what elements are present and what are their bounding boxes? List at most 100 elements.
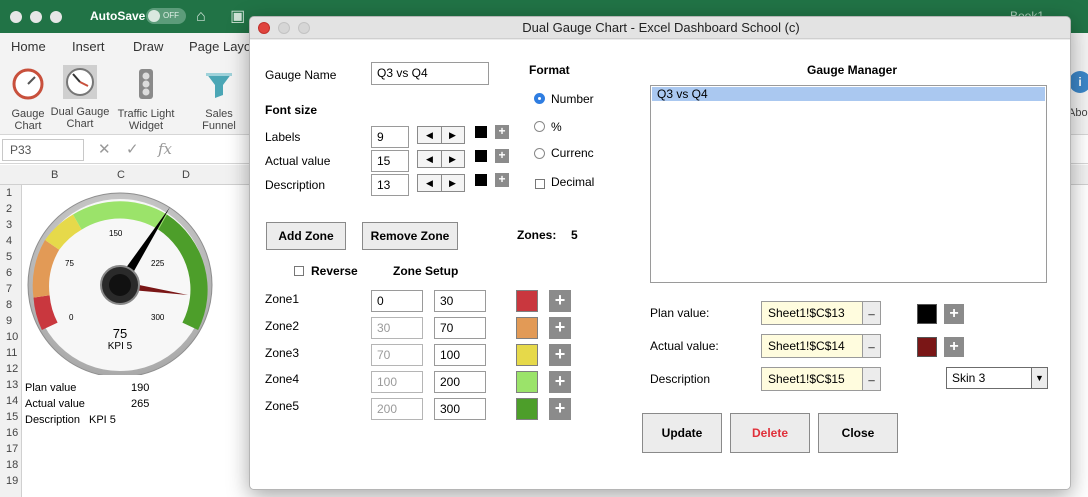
gauge-manager-list[interactable]: Q3 vs Q4 [650,85,1047,283]
row-header[interactable]: 1 [0,185,21,201]
zone-color-add-icon[interactable]: + [549,290,571,312]
format-percent-radio[interactable] [534,121,545,132]
zone-to-input[interactable]: 300 [434,398,486,420]
zone-to-input[interactable]: 200 [434,371,486,393]
info-icon[interactable]: i [1069,71,1088,93]
zone-color-add-icon[interactable]: + [549,344,571,366]
window-minimize-button[interactable] [30,11,42,23]
row-header[interactable]: 19 [0,473,21,489]
spin-left-icon[interactable]: ◀ [426,154,433,165]
font-description-color-add-icon[interactable]: + [495,173,509,187]
zone-color-add-icon[interactable]: + [549,317,571,339]
description-ref-select-button[interactable]: _ [862,368,880,390]
row-header[interactable]: 4 [0,233,21,249]
window-close-button[interactable] [10,11,22,23]
zone-to-input[interactable]: 100 [434,344,486,366]
zone-color-swatch[interactable] [516,371,538,393]
remove-zone-button[interactable]: Remove Zone [362,222,458,250]
zone-color-swatch[interactable] [516,344,538,366]
cell-description-label[interactable]: Description [25,414,80,426]
add-zone-button[interactable]: Add Zone [266,222,346,250]
row-header[interactable]: 3 [0,217,21,233]
cell-actual-label[interactable]: Actual value [25,398,85,410]
quick-access-icons[interactable]: ⌂ ▣ [196,6,255,26]
plan-color-add-icon[interactable]: + [944,304,964,324]
row-header[interactable]: 18 [0,457,21,473]
zone-color-add-icon[interactable]: + [549,398,571,420]
column-header[interactable]: D [182,169,190,181]
sales-funnel-button[interactable]: Sales Funnel [190,67,248,132]
dual-gauge-chart-button[interactable]: Dual Gauge Chart [50,65,110,130]
row-header[interactable]: 6 [0,265,21,281]
autosave-toggle[interactable]: OFF [146,8,186,24]
row-header[interactable]: 14 [0,393,21,409]
traffic-light-button[interactable]: Traffic Light Widget [116,67,176,132]
cell-plan-value[interactable]: 190 [131,382,149,394]
cancel-icon[interactable]: ✕ [98,140,111,158]
chevron-down-icon[interactable]: ▼ [1031,368,1047,388]
column-header[interactable]: B [51,169,58,181]
zone-from-input[interactable]: 0 [371,290,423,312]
row-header[interactable]: 7 [0,281,21,297]
description-ref-input[interactable]: Sheet1!$C$15 _ [761,367,881,391]
font-actual-color-swatch[interactable] [475,150,487,162]
row-header[interactable]: 13 [0,377,21,393]
row-header[interactable]: 16 [0,425,21,441]
tab-draw[interactable]: Draw [133,39,163,54]
zone-from-input[interactable]: 200 [371,398,423,420]
name-box[interactable]: P33 [2,139,84,161]
spin-left-icon[interactable]: ◀ [426,178,433,189]
spin-left-icon[interactable]: ◀ [426,130,433,141]
zone-to-input[interactable]: 70 [434,317,486,339]
gauge-list-item[interactable]: Q3 vs Q4 [652,87,1045,101]
window-zoom-button[interactable] [50,11,62,23]
cell-plan-label[interactable]: Plan value [25,382,76,394]
tab-insert[interactable]: Insert [72,39,105,54]
zone-color-swatch[interactable] [516,398,538,420]
font-actual-spinner[interactable]: ◀ ▶ [417,150,465,168]
gauge-name-input[interactable]: Q3 vs Q4 [371,62,489,85]
font-labels-spinner[interactable]: ◀ ▶ [417,126,465,144]
font-description-spinner[interactable]: ◀ ▶ [417,174,465,192]
font-actual-input[interactable]: 15 [371,150,409,172]
format-currency-radio[interactable] [534,148,545,159]
font-labels-color-add-icon[interactable]: + [495,125,509,139]
row-header[interactable]: 12 [0,361,21,377]
actual-color-add-icon[interactable]: + [944,337,964,357]
skin-select[interactable]: Skin 3 ▼ [946,367,1048,389]
font-labels-color-swatch[interactable] [475,126,487,138]
actual-color-swatch[interactable] [917,337,937,357]
plan-ref-select-button[interactable]: _ [862,302,880,324]
reverse-checkbox[interactable] [294,266,304,276]
row-header[interactable]: 10 [0,329,21,345]
cell-actual-value[interactable]: 265 [131,398,149,410]
decimal-checkbox[interactable] [535,179,545,189]
row-header[interactable]: 2 [0,201,21,217]
row-header[interactable]: 15 [0,409,21,425]
font-labels-input[interactable]: 9 [371,126,409,148]
dialog-close-button[interactable] [258,22,270,34]
row-header[interactable]: 17 [0,441,21,457]
update-button[interactable]: Update [642,413,722,453]
actual-ref-select-button[interactable]: _ [862,335,880,357]
row-header[interactable]: 5 [0,249,21,265]
column-header[interactable]: C [117,169,125,181]
zone-from-input[interactable]: 30 [371,317,423,339]
dialog-zoom-button[interactable] [298,22,310,34]
spin-right-icon[interactable]: ▶ [449,154,456,165]
tab-page-layout[interactable]: Page Layo [189,39,251,54]
zone-color-add-icon[interactable]: + [549,371,571,393]
confirm-icon[interactable]: ✓ [126,140,139,158]
zone-from-input[interactable]: 100 [371,371,423,393]
actual-value-ref-input[interactable]: Sheet1!$C$14 _ [761,334,881,358]
zone-to-input[interactable]: 30 [434,290,486,312]
plan-color-swatch[interactable] [917,304,937,324]
zone-color-swatch[interactable] [516,290,538,312]
font-description-input[interactable]: 13 [371,174,409,196]
format-number-radio[interactable] [534,93,545,104]
delete-button[interactable]: Delete [730,413,810,453]
row-header[interactable]: 8 [0,297,21,313]
zone-from-input[interactable]: 70 [371,344,423,366]
row-header[interactable]: 11 [0,345,21,361]
row-header[interactable]: 9 [0,313,21,329]
